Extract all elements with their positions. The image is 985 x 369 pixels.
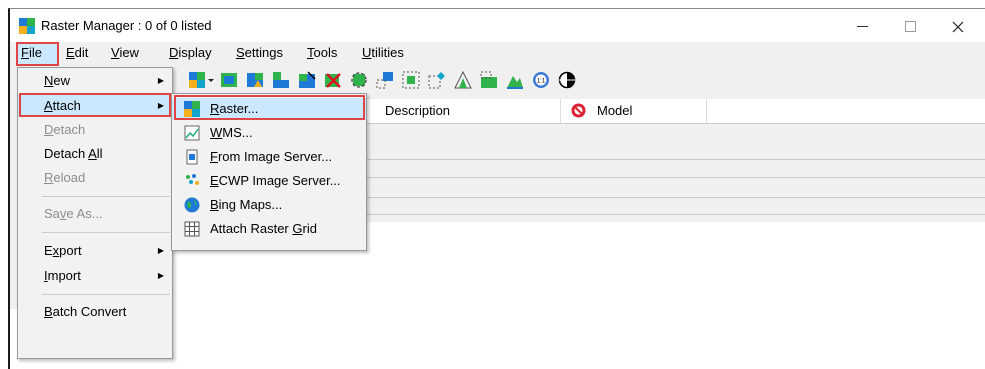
menu-file[interactable]: File (21, 45, 42, 60)
file-menu: New ▶ Attach ▶ Detach Detach All Reload … (17, 67, 173, 359)
wms-icon (184, 125, 200, 141)
app-icon (19, 18, 35, 34)
attach-raster-tool-icon[interactable] (188, 71, 206, 89)
terrain-icon[interactable] (506, 71, 524, 89)
file-menu-detach[interactable]: Detach (18, 119, 172, 141)
raster-info-icon[interactable] (298, 71, 316, 89)
reload-raster-icon[interactable] (272, 71, 290, 89)
dropdown-arrow-icon[interactable] (207, 71, 215, 89)
file-menu-detach-all[interactable]: Detach All (18, 143, 172, 165)
attach-ecwp-image-server-item[interactable]: ECWP Image Server... (172, 170, 366, 192)
menu-display[interactable]: Display (169, 45, 212, 60)
file-menu-export[interactable]: Export ▶ (18, 240, 172, 262)
attach-submenu: Raster... WMS... From Image Server... EC… (171, 93, 367, 251)
one-to-one-icon[interactable]: 1:1 (532, 71, 550, 89)
submenu-arrow-icon: ▶ (157, 101, 164, 110)
move-raster-icon[interactable] (428, 71, 446, 89)
open-raster-icon[interactable] (220, 71, 238, 89)
stretch-raster-icon[interactable] (480, 71, 498, 89)
reproject-icon[interactable] (350, 71, 368, 89)
file-menu-new[interactable]: New ▶ (18, 70, 172, 92)
warp-raster-icon[interactable] (376, 71, 394, 89)
column-description[interactable]: Description (385, 103, 450, 118)
submenu-arrow-icon: ▶ (157, 246, 164, 255)
menu-tools[interactable]: Tools (307, 45, 337, 60)
ecwp-icon (186, 174, 199, 185)
close-button[interactable] (935, 9, 981, 42)
maximize-button[interactable] (887, 9, 933, 42)
attach-wms-item[interactable]: WMS... (172, 122, 366, 144)
minimize-button[interactable] (839, 9, 885, 42)
menu-edit[interactable]: Edit (66, 45, 88, 60)
raster-icon (184, 101, 200, 117)
attach-raster-item[interactable]: Raster... (172, 98, 366, 120)
title-bar: Raster Manager : 0 of 0 listed (10, 9, 985, 42)
menu-view[interactable]: View (111, 45, 139, 60)
scale-raster-icon[interactable] (454, 71, 472, 89)
file-menu-reload[interactable]: Reload (18, 167, 172, 189)
file-menu-import[interactable]: Import ▶ (18, 265, 172, 287)
column-model[interactable]: Model (597, 103, 632, 118)
contrast-icon[interactable] (558, 71, 576, 89)
attach-bing-maps-item[interactable]: Bing Maps... (172, 194, 366, 216)
menu-utilities[interactable]: Utilities (362, 45, 404, 60)
detach-raster-icon[interactable] (246, 71, 264, 89)
fit-raster-icon[interactable] (402, 71, 420, 89)
menu-separator (42, 196, 170, 197)
menu-separator (42, 232, 170, 233)
clear-mask-icon[interactable] (324, 71, 342, 89)
menu-settings[interactable]: Settings (236, 45, 283, 60)
file-menu-batch-convert[interactable]: Batch Convert (18, 301, 172, 323)
column-separator (560, 99, 561, 123)
submenu-arrow-icon: ▶ (157, 271, 164, 280)
raster-manager-window: Raster Manager : 0 of 0 listed File Edit… (8, 8, 985, 369)
column-separator (706, 99, 707, 123)
no-model-icon (571, 103, 586, 118)
submenu-arrow-icon: ▶ (157, 76, 164, 85)
file-menu-attach[interactable]: Attach ▶ (18, 95, 172, 117)
menu-separator (42, 294, 170, 295)
image-server-icon (186, 149, 198, 165)
grid-icon (184, 221, 200, 237)
close-icon (952, 21, 964, 32)
file-menu-save-as[interactable]: Save As... (18, 203, 172, 225)
menu-bar: File Edit View Display Settings Tools Ut… (10, 42, 985, 66)
attach-raster-grid-item[interactable]: Attach Raster Grid (172, 218, 366, 240)
window-title: Raster Manager : 0 of 0 listed (41, 18, 212, 33)
globe-icon (184, 197, 200, 213)
svg-text:1:1: 1:1 (537, 79, 546, 85)
attach-from-image-server-item[interactable]: From Image Server... (172, 146, 366, 168)
